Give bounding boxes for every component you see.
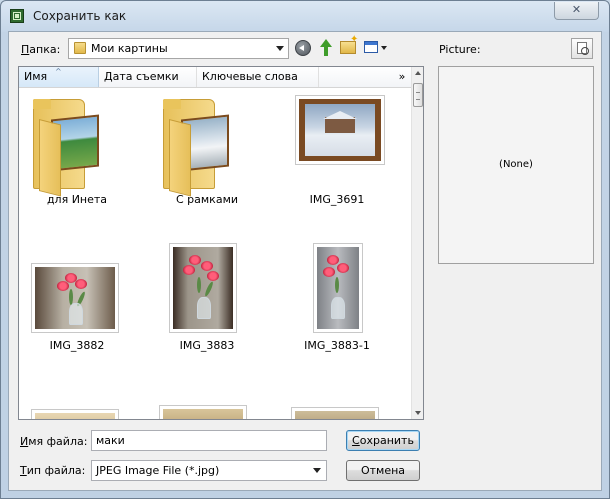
app-icon (10, 9, 24, 23)
filename-label: Имя файла: (20, 435, 88, 448)
chevron-down-icon (313, 468, 321, 473)
item-label: IMG_3883-1 (304, 339, 370, 352)
cancel-button[interactable]: Отмена (346, 460, 420, 481)
folder-combo[interactable]: Мои картины (68, 38, 289, 59)
column-header: Имя ^ Дата съемки Ключевые слова » (19, 67, 411, 88)
folder-combo-value: Мои картины (91, 42, 168, 55)
new-folder-icon[interactable] (340, 34, 358, 54)
preview-empty-text: (None) (499, 159, 533, 170)
view-chevron-down-icon[interactable] (381, 46, 387, 50)
filetype-label: Тип файла: (20, 464, 86, 477)
item-label: IMG_3691 (309, 193, 365, 206)
column-date[interactable]: Дата съемки (99, 67, 197, 87)
columns-more-button[interactable]: » (393, 67, 411, 87)
list-item[interactable]: для Инета (19, 91, 135, 231)
list-item[interactable]: IMG_3883 (149, 237, 265, 377)
list-item[interactable]: С рамками (149, 91, 265, 231)
scroll-down-icon[interactable] (415, 411, 421, 415)
list-item[interactable]: IMG_3882 (19, 237, 135, 377)
title-bar[interactable]: Сохранить как ✕ (1, 1, 609, 31)
scroll-up-icon[interactable] (415, 71, 421, 75)
item-label: IMG_3882 (49, 339, 105, 352)
folder-icon (74, 42, 86, 54)
up-folder-icon[interactable] (317, 39, 335, 57)
list-item[interactable]: IMG_3883-1 (279, 237, 395, 377)
column-name[interactable]: Имя ^ (19, 67, 99, 87)
sort-ascending-icon: ^ (55, 67, 62, 76)
column-keywords[interactable]: Ключевые слова (197, 67, 319, 87)
close-button[interactable]: ✕ (554, 2, 599, 20)
photo-thumbnail-partial[interactable] (31, 409, 119, 419)
list-item[interactable]: IMG_3691 (279, 91, 395, 231)
view-menu-icon[interactable] (364, 41, 378, 53)
photo-thumbnail-partial[interactable] (159, 405, 247, 419)
preview-box: (None) (438, 66, 594, 264)
dialog-body: Папка: Мои картины Picture: (None) Имя ^… (8, 31, 602, 491)
window-title: Сохранить как (33, 9, 127, 23)
preview-toggle-button[interactable] (571, 38, 593, 59)
chevron-down-icon (276, 46, 284, 51)
photo-thumbnail (313, 243, 363, 333)
folder-thumbnail-icon (163, 99, 237, 197)
save-button[interactable]: Сохранить (346, 430, 420, 451)
save-as-dialog: Сохранить как ✕ Папка: Мои картины Pictu… (0, 0, 610, 499)
item-label: С рамками (175, 193, 239, 206)
filetype-value: JPEG Image File (*.jpg) (96, 464, 220, 477)
item-label: для Инета (46, 193, 108, 206)
back-icon[interactable] (295, 40, 311, 56)
scroll-thumb[interactable] (413, 83, 423, 107)
photo-thumbnail-partial[interactable] (291, 407, 379, 419)
item-label: IMG_3883 (179, 339, 235, 352)
column-name-label: Имя (24, 70, 48, 83)
folder-label: Папка: (21, 43, 61, 56)
photo-thumbnail (295, 95, 385, 165)
filename-input[interactable]: маки (91, 430, 327, 451)
photo-thumbnail (31, 263, 119, 333)
vertical-scrollbar[interactable] (411, 67, 423, 419)
picture-label: Picture: (439, 43, 481, 56)
photo-thumbnail (169, 243, 237, 333)
filetype-select[interactable]: JPEG Image File (*.jpg) (91, 460, 327, 481)
folder-thumbnail-icon (33, 99, 107, 197)
file-list[interactable]: Имя ^ Дата съемки Ключевые слова » для И… (18, 66, 424, 420)
